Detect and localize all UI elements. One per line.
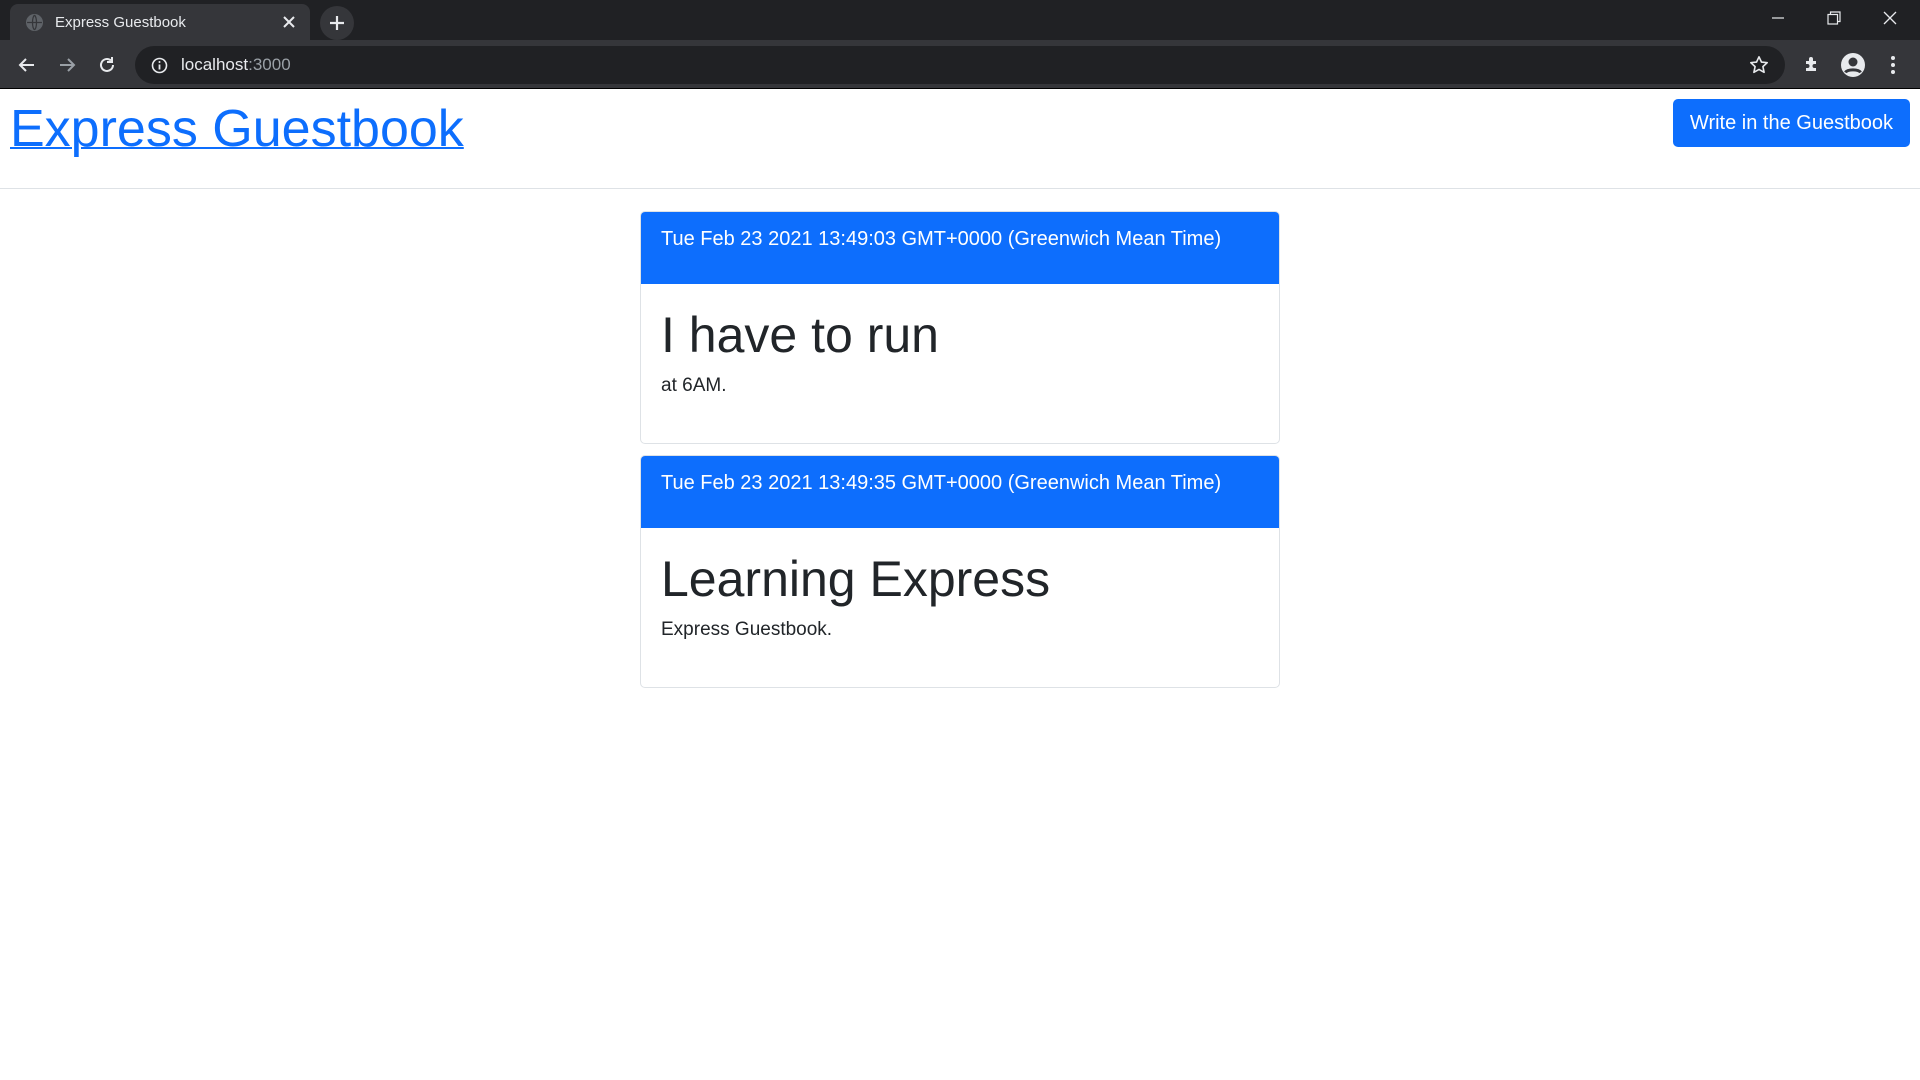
- minimize-button[interactable]: [1750, 0, 1806, 36]
- plus-icon: [330, 16, 344, 30]
- guestbook-entry-card: Tue Feb 23 2021 13:49:35 GMT+0000 (Green…: [640, 455, 1280, 688]
- entry-timestamp: Tue Feb 23 2021 13:49:35 GMT+0000 (Green…: [641, 456, 1279, 528]
- reload-button[interactable]: [90, 48, 124, 82]
- forward-arrow-icon: [60, 58, 76, 72]
- restore-button[interactable]: [1806, 0, 1862, 36]
- back-arrow-icon: [18, 58, 34, 72]
- url-text: localhost:3000: [181, 55, 291, 75]
- url-port: :3000: [248, 55, 291, 74]
- entry-title: Learning Express: [661, 551, 1051, 607]
- site-header: Express Guestbook Write in the Guestbook: [0, 89, 1920, 189]
- entry-body: I have to run at 6AM.: [641, 284, 1279, 443]
- entry-message: Express Guestbook.: [661, 619, 833, 640]
- browser-toolbar: localhost:3000: [0, 40, 1920, 89]
- close-tab-icon[interactable]: [278, 11, 300, 33]
- guestbook-entry-card: Tue Feb 23 2021 13:49:03 GMT+0000 (Green…: [640, 211, 1280, 444]
- menu-button[interactable]: [1876, 48, 1910, 82]
- forward-button[interactable]: [50, 48, 84, 82]
- account-icon: [1841, 53, 1865, 77]
- back-button[interactable]: [10, 48, 44, 82]
- tab-title: Express Guestbook: [55, 13, 186, 31]
- puzzle-icon: [1806, 57, 1816, 71]
- close-window-button[interactable]: [1862, 0, 1918, 36]
- web-page: Express Guestbook Write in the Guestbook…: [0, 89, 1920, 1080]
- entry-title: I have to run: [661, 307, 939, 363]
- restore-icon: [1827, 11, 1841, 25]
- bookmark-star-icon[interactable]: [1749, 55, 1769, 75]
- entry-message: at 6AM.: [661, 375, 727, 396]
- browser-chrome: Express Guestbook localhost:3000: [0, 0, 1920, 89]
- minimize-icon: [1772, 17, 1784, 19]
- close-icon: [1883, 11, 1897, 25]
- write-in-guestbook-button[interactable]: Write in the Guestbook: [1672, 99, 1910, 147]
- profile-button[interactable]: [1836, 48, 1870, 82]
- entry-timestamp: Tue Feb 23 2021 13:49:03 GMT+0000 (Green…: [641, 212, 1279, 284]
- brand-link[interactable]: Express Guestbook: [10, 99, 464, 159]
- url-host: localhost: [181, 55, 249, 74]
- globe-icon: [26, 13, 43, 31]
- guestbook-feed: Tue Feb 23 2021 13:49:03 GMT+0000 (Green…: [640, 211, 1280, 699]
- tab-strip: Express Guestbook: [0, 0, 1920, 40]
- info-icon[interactable]: [149, 55, 169, 75]
- extensions-button[interactable]: [1795, 48, 1829, 82]
- address-bar[interactable]: localhost:3000: [135, 46, 1785, 84]
- reload-icon: [100, 57, 114, 72]
- entry-body: Learning Express Express Guestbook.: [641, 528, 1279, 687]
- new-tab-button[interactable]: [320, 6, 354, 40]
- more-vertical-icon: [1891, 56, 1895, 74]
- browser-tab[interactable]: Express Guestbook: [10, 4, 310, 40]
